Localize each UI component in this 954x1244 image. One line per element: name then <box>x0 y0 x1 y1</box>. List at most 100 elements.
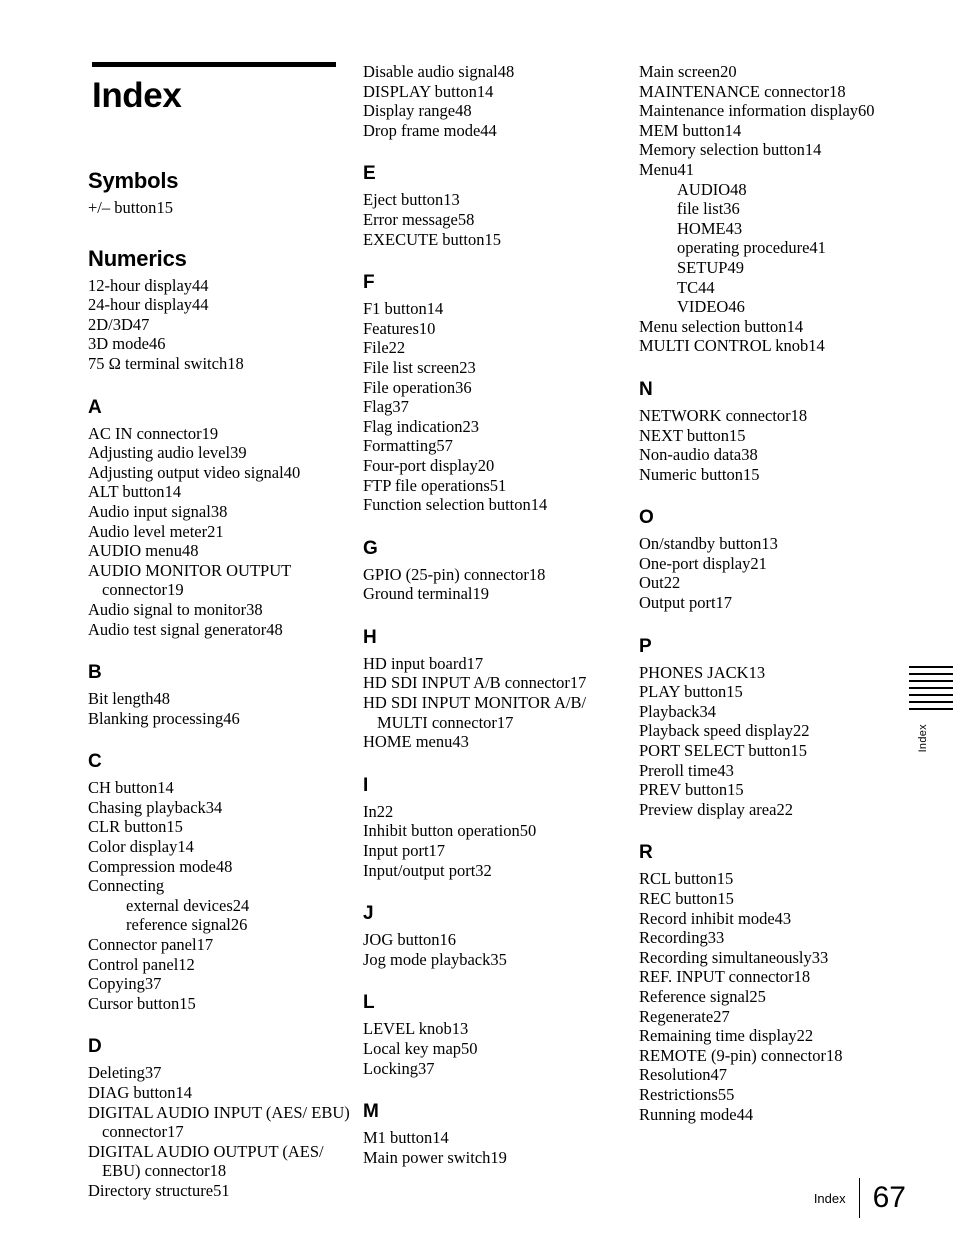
index-entry-page: 17 <box>496 712 514 732</box>
section-heading-m: M <box>363 1101 379 1123</box>
index-entry: TC44 <box>677 277 715 297</box>
index-entry: 3D mode46 <box>88 334 166 354</box>
index-entry: Color display14 <box>88 837 194 857</box>
index-entry-page: 14 <box>164 482 182 502</box>
section-heading-f: F <box>363 272 375 294</box>
index-entry-page: 13 <box>451 1019 469 1039</box>
section-heading-b: B <box>88 662 102 684</box>
index-entry: On/standby button13 <box>639 534 778 554</box>
index-entry: FTP file operations51 <box>363 475 507 495</box>
index-entry: Recording simultaneously33 <box>639 947 829 967</box>
index-entry-page: 57 <box>436 436 453 456</box>
section-heading-r: R <box>639 842 653 864</box>
index-entry-page: 10 <box>418 318 436 338</box>
page-footer: Index 67 <box>814 1178 906 1218</box>
index-entry-page: 14 <box>530 495 548 515</box>
index-entry: HD input board17 <box>363 653 484 673</box>
index-entry-page: 19 <box>167 580 184 600</box>
index-entry: HD SDI INPUT A/B connector17 <box>363 673 587 693</box>
index-entry-page: 46 <box>223 708 240 728</box>
index-entry-page: 14 <box>804 140 822 160</box>
index-entry: CH button14 <box>88 778 174 798</box>
index-entry-page: 44 <box>698 277 715 297</box>
index-entry: Inhibit button operation50 <box>363 821 537 841</box>
index-entry: Disable audio signal48 <box>363 62 515 81</box>
index-entry-page: 18 <box>829 81 846 101</box>
index-entry-page: 44 <box>736 1104 754 1124</box>
index-entry: NETWORK connector18 <box>639 405 808 425</box>
index-entry: Bit length48 <box>88 689 171 709</box>
section-heading-l: L <box>363 992 375 1014</box>
index-entry-page: 55 <box>717 1084 735 1104</box>
index-entry-page: 17 <box>569 673 587 693</box>
index-entry-page: 27 <box>713 1006 730 1026</box>
index-entry-page: 40 <box>283 462 301 482</box>
footer-section-label: Index <box>813 1190 846 1206</box>
index-entry: Playback speed display22 <box>639 721 810 741</box>
index-entry-page: 37 <box>144 1063 162 1083</box>
index-entry: REMOTE (9-pin) connector18 <box>639 1045 843 1065</box>
index-entry: Menu selection button14 <box>639 316 804 336</box>
index-entry-page: 18 <box>790 405 808 425</box>
index-entry-page: 50 <box>519 821 537 841</box>
index-entry-page: 49 <box>727 257 744 277</box>
index-entry-page: 37 <box>418 1058 435 1078</box>
index-entry: Copying37 <box>88 974 162 994</box>
index-entry-page: 17 <box>196 935 214 955</box>
index-entry-page: 15 <box>726 682 743 702</box>
index-entry: Adjusting output video signal40 <box>88 462 301 482</box>
index-entry: Deleting37 <box>88 1063 162 1083</box>
index-entry-page: 18 <box>825 1045 843 1065</box>
side-tab-label: Index <box>917 724 929 753</box>
index-entry: DIGITAL AUDIO OUTPUT (AES/ EBU) connecto… <box>88 1141 328 1181</box>
index-entry-page: 44 <box>480 120 497 140</box>
index-entry: Drop frame mode44 <box>363 120 497 140</box>
index-entry-page: 22 <box>792 721 810 741</box>
index-entry-page: 17 <box>428 841 446 861</box>
index-entry-page: 41 <box>677 159 695 179</box>
index-entry: REC button15 <box>639 889 734 908</box>
side-tab-bar <box>909 708 953 710</box>
index-entry-page: 48 <box>455 101 472 121</box>
index-entry: DIAG button14 <box>88 1083 193 1102</box>
index-entry: Record inhibit mode43 <box>639 908 792 928</box>
index-entry: Eject button13 <box>363 190 460 210</box>
index-entry-page: 36 <box>723 199 740 219</box>
index-entry-page: 34 <box>205 797 223 817</box>
index-entry-page: 15 <box>790 741 808 761</box>
index-entry-page: 46 <box>148 334 166 354</box>
index-entry: MULTI CONTROL knob14 <box>639 336 825 356</box>
index-entry: Audio level meter21 <box>88 521 224 541</box>
index-entry: PHONES JACK13 <box>639 662 766 682</box>
index-entry: external devices24 <box>126 895 250 915</box>
index-column-3: Main screen20 MAINTENANCE connector18 Main… <box>639 62 901 1124</box>
index-entry-page: 51 <box>213 1180 230 1200</box>
index-entry-page: 47 <box>710 1065 728 1085</box>
index-entry: Memory selection button14 <box>639 140 822 160</box>
section-heading-i: I <box>363 774 369 796</box>
index-entry-page: 22 <box>376 801 394 821</box>
index-entry-page: 15 <box>484 229 501 249</box>
section-heading-h: H <box>363 626 377 648</box>
index-entry: One-port display21 <box>639 553 767 573</box>
index-entry-page: 15 <box>166 817 183 837</box>
index-entry-page: 12 <box>178 954 195 974</box>
index-entry: HOME menu43 <box>363 732 469 752</box>
index-entry: 75 Ω terminal switch18 <box>88 353 244 373</box>
index-entry: Compression mode48 <box>88 856 233 876</box>
index-entry: HOME43 <box>677 218 743 238</box>
index-entry: PLAY button15 <box>639 682 743 702</box>
index-entry: Audio input signal38 <box>88 501 228 521</box>
index-entry: Output port17 <box>639 593 733 613</box>
section-heading-numerics: Numerics <box>88 245 187 271</box>
index-entry-page: 22 <box>796 1026 814 1046</box>
index-entry: Numeric button15 <box>639 464 760 484</box>
index-entry-page: 14 <box>432 1128 449 1148</box>
index-entry-page: 14 <box>426 299 444 319</box>
index-entry-page: 43 <box>774 908 792 928</box>
index-entry: MAINTENANCE connector18 <box>639 81 846 101</box>
index-entry-page: 20 <box>720 62 737 81</box>
index-entry-page: 15 <box>179 993 196 1013</box>
index-entry: MEM button14 <box>639 120 742 140</box>
index-entry: Preroll time43 <box>639 760 734 780</box>
